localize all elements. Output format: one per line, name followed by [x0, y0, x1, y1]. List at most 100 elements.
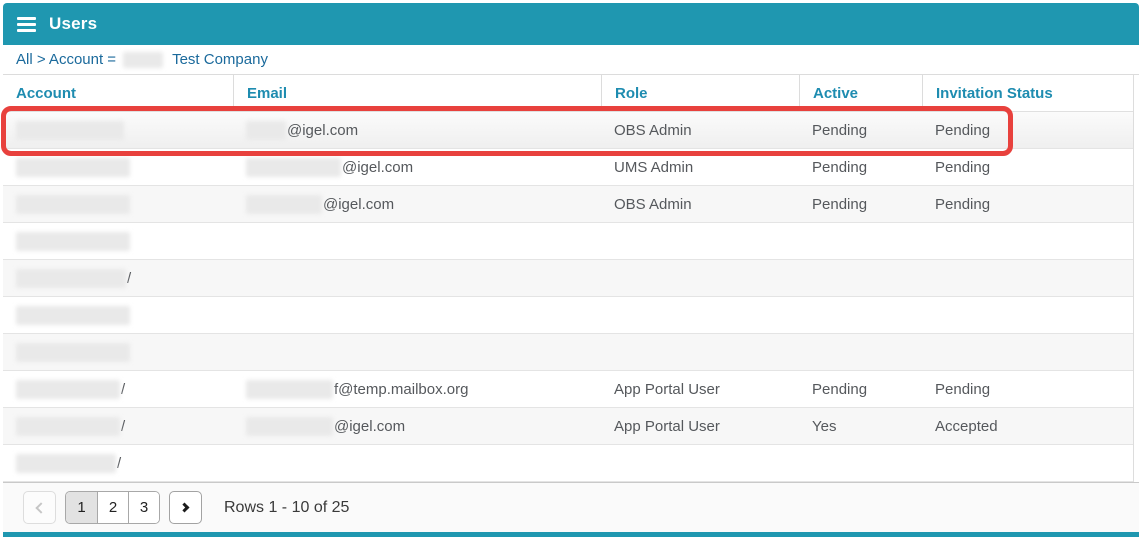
cell-role: App Portal User	[601, 408, 799, 444]
redacted-breadcrumb-value	[123, 52, 163, 68]
column-header-invitation-status[interactable]: Invitation Status	[922, 75, 1133, 111]
cell-invitation-status: Pending	[922, 371, 1133, 407]
redacted-text	[16, 417, 120, 436]
cell-role	[601, 297, 799, 333]
cell-invitation-status	[922, 334, 1133, 370]
redacted-text	[16, 380, 120, 399]
table-body: @igel.comOBS AdminPendingPending@igel.co…	[3, 112, 1133, 482]
cell-role	[601, 334, 799, 370]
cell-email: @igel.com	[233, 408, 601, 444]
table-row[interactable]: @igel.comUMS AdminPendingPending	[3, 149, 1133, 186]
cell-account: /	[3, 408, 233, 444]
redacted-text	[16, 232, 130, 251]
cell-invitation-status	[922, 297, 1133, 333]
cell-email	[233, 297, 601, 333]
cell-role	[601, 445, 799, 481]
cell-role: OBS Admin	[601, 112, 799, 148]
visible-text: @igel.com	[287, 122, 358, 139]
bottom-accent-strip	[3, 532, 1139, 537]
cell-active	[799, 260, 922, 296]
table-row[interactable]: /f@temp.mailbox.orgApp Portal UserPendin…	[3, 371, 1133, 408]
cell-invitation-status	[922, 223, 1133, 259]
cell-invitation-status: Pending	[922, 112, 1133, 148]
breadcrumb-company-text: Test Company	[172, 51, 268, 68]
cell-active	[799, 334, 922, 370]
page-button-3[interactable]: 3	[128, 492, 159, 523]
cell-active: Pending	[799, 186, 922, 222]
cell-active: Pending	[799, 112, 922, 148]
cell-active	[799, 445, 922, 481]
cell-account	[3, 112, 233, 148]
cell-account: /	[3, 445, 233, 481]
cell-active	[799, 297, 922, 333]
column-header-email[interactable]: Email	[233, 75, 601, 111]
page-button-1[interactable]: 1	[66, 492, 97, 523]
cell-invitation-status	[922, 260, 1133, 296]
table-row[interactable]	[3, 223, 1133, 260]
table-row[interactable]	[3, 334, 1133, 371]
cell-email: @igel.com	[233, 112, 601, 148]
cell-active: Pending	[799, 371, 922, 407]
redacted-text	[246, 195, 322, 214]
redacted-text	[16, 269, 126, 288]
redacted-text	[16, 454, 116, 473]
chevron-right-icon	[179, 503, 189, 513]
table-row[interactable]: @igel.comOBS AdminPendingPending	[3, 186, 1133, 223]
cell-role: App Portal User	[601, 371, 799, 407]
cell-email	[233, 334, 601, 370]
visible-text: f@temp.mailbox.org	[334, 381, 468, 398]
column-header-account[interactable]: Account	[3, 75, 233, 111]
cell-invitation-status: Pending	[922, 186, 1133, 222]
cell-role: OBS Admin	[601, 186, 799, 222]
cell-role	[601, 260, 799, 296]
table-row[interactable]: / @igel.com App Portal UserYesAccepted	[3, 408, 1133, 445]
cell-email: @igel.com	[233, 149, 601, 185]
column-header-role[interactable]: Role	[601, 75, 799, 111]
cell-invitation-status: Pending	[922, 149, 1133, 185]
redacted-text	[246, 121, 286, 140]
table-row[interactable]	[3, 297, 1133, 334]
visible-text: @igel.com	[323, 196, 394, 213]
previous-page-button[interactable]	[23, 491, 56, 524]
cell-email: f@temp.mailbox.org	[233, 371, 601, 407]
page-title: Users	[49, 14, 97, 34]
page-button-2[interactable]: 2	[97, 492, 128, 523]
pagination-bar: 123 Rows 1 - 10 of 25	[3, 482, 1139, 532]
table-row[interactable]: /	[3, 260, 1133, 297]
redacted-text	[246, 417, 333, 436]
visible-text: /	[117, 455, 121, 472]
cell-account	[3, 223, 233, 259]
cell-account	[3, 334, 233, 370]
breadcrumb[interactable]: All > Account = Test Company	[3, 45, 1139, 75]
redacted-text	[16, 195, 130, 214]
cell-active: Pending	[799, 149, 922, 185]
visible-text: /	[121, 418, 125, 435]
rows-summary: Rows 1 - 10 of 25	[224, 499, 349, 517]
cell-email: @igel.com	[233, 186, 601, 222]
visible-text: /	[127, 270, 131, 287]
visible-text: @igel.com	[342, 159, 413, 176]
redacted-text	[16, 343, 130, 362]
cell-email	[233, 445, 601, 481]
hamburger-menu-icon[interactable]	[17, 17, 36, 32]
page-number-group: 123	[65, 491, 160, 524]
cell-invitation-status: Accepted	[922, 408, 1133, 444]
cell-role: UMS Admin	[601, 149, 799, 185]
table-row[interactable]: @igel.comOBS AdminPendingPending	[3, 112, 1133, 149]
redacted-text	[16, 121, 124, 140]
title-bar: Users	[3, 3, 1139, 45]
cell-active: Yes	[799, 408, 922, 444]
redacted-text	[246, 380, 333, 399]
chevron-left-icon	[35, 502, 46, 513]
redacted-text	[246, 158, 341, 177]
cell-account	[3, 297, 233, 333]
cell-email	[233, 223, 601, 259]
redacted-text	[16, 158, 130, 177]
column-header-active[interactable]: Active	[799, 75, 922, 111]
cell-account: /	[3, 260, 233, 296]
cell-account: /	[3, 371, 233, 407]
cell-account	[3, 186, 233, 222]
next-page-button[interactable]	[169, 491, 202, 524]
visible-text: @igel.com	[334, 418, 405, 435]
table-row[interactable]: /	[3, 445, 1133, 482]
